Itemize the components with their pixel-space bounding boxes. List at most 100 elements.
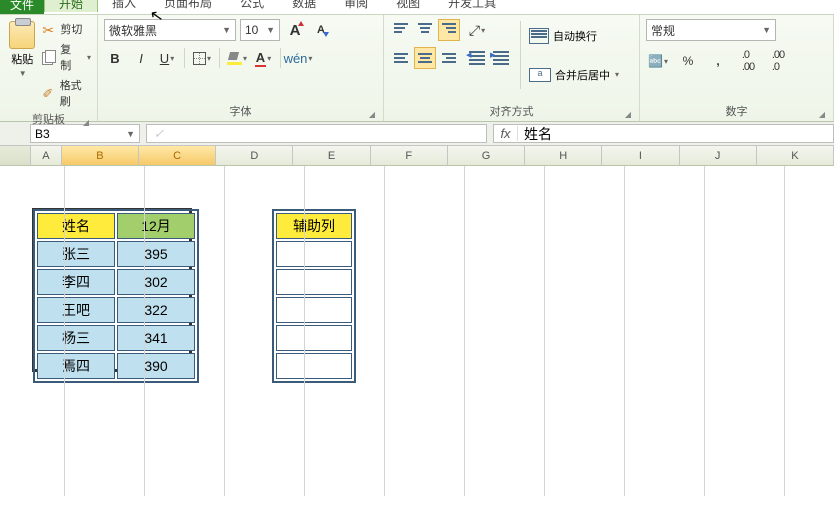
increase-indent-icon: [491, 48, 511, 68]
menu-tabs: 文件 开始 插入 页面布局 公式 数据 审阅 视图 开发工具: [0, 0, 834, 14]
copy-icon: [42, 50, 56, 64]
brush-icon: ✐: [42, 86, 55, 100]
aux-table[interactable]: 辅助列: [272, 209, 356, 383]
font-size-combo[interactable]: 10▼: [240, 19, 280, 41]
merge-icon: [529, 68, 551, 82]
align-bottom-button[interactable]: [438, 19, 460, 41]
col-header-D[interactable]: D: [216, 146, 293, 165]
underline-icon: U: [160, 51, 169, 66]
table-row: 张三395: [37, 241, 195, 267]
font-color-icon: A: [255, 50, 266, 67]
increase-indent-button[interactable]: [490, 47, 512, 69]
decrease-decimal-icon: .00.0: [772, 49, 784, 73]
tab-review[interactable]: 审阅: [330, 0, 382, 12]
scissors-icon: ✂: [42, 22, 56, 36]
bold-button[interactable]: B: [104, 47, 126, 69]
col-header-K[interactable]: K: [757, 146, 834, 165]
table-row: [276, 325, 352, 351]
formula-input[interactable]: fx 姓名: [493, 124, 834, 143]
border-button[interactable]: ▾: [191, 47, 213, 69]
orientation-button[interactable]: ⤢▾: [466, 19, 488, 41]
border-icon: [193, 52, 206, 65]
align-top-button[interactable]: [390, 19, 412, 41]
grow-font-icon: A: [290, 22, 301, 39]
table-row: 杨三341: [37, 325, 195, 351]
column-headers[interactable]: ABCDEFGHIJK: [0, 146, 834, 166]
font-name-combo[interactable]: 微软雅黑▼: [104, 19, 236, 41]
tab-insert[interactable]: 插入: [98, 0, 150, 12]
number-format-combo[interactable]: 常规▼: [646, 19, 776, 41]
table-row: [276, 297, 352, 323]
col-header-E[interactable]: E: [293, 146, 370, 165]
decrease-decimal-button[interactable]: .00.0: [766, 51, 790, 71]
group-font: 微软雅黑▼ 10▼ A A B I U▾ ▾ ▾ A▾ wén▾ 字体: [98, 15, 384, 121]
phonetic-icon: wén: [284, 51, 308, 66]
tab-file[interactable]: 文件: [0, 0, 44, 14]
col-header-I[interactable]: I: [602, 146, 679, 165]
col-header-C[interactable]: C: [139, 146, 216, 165]
font-color-button[interactable]: A▾: [252, 47, 274, 69]
decrease-indent-icon: [467, 48, 487, 68]
group-label-clipboard: 剪贴板: [6, 109, 91, 129]
accounting-format-button[interactable]: 🔤▾: [646, 51, 670, 71]
wrap-text-button[interactable]: 自动换行: [529, 22, 619, 50]
merge-center-button[interactable]: 合并后居中▾: [529, 61, 619, 89]
tab-view[interactable]: 视图: [382, 0, 434, 12]
ribbon: 粘贴 ▼ ✂剪切 复制▾ ✐格式刷 剪贴板 微软雅黑▼ 10▼ A A B I …: [0, 14, 834, 122]
percent-format-button[interactable]: %: [676, 51, 700, 71]
align-right-button[interactable]: [438, 47, 460, 69]
align-center-button[interactable]: [414, 47, 436, 69]
table-row: 辅助列: [276, 213, 352, 239]
col-header-B[interactable]: B: [62, 146, 139, 165]
italic-button[interactable]: I: [130, 47, 152, 69]
col-header-A[interactable]: A: [31, 146, 62, 165]
paste-icon: [9, 21, 35, 49]
formula-bar: B3▼ ✓ fx 姓名: [0, 122, 834, 146]
col-header-H[interactable]: H: [525, 146, 602, 165]
decrease-indent-button[interactable]: [466, 47, 488, 69]
table-row: 王吧322: [37, 297, 195, 323]
chevron-down-icon: ▼: [126, 129, 135, 139]
tab-layout[interactable]: 页面布局: [150, 0, 226, 12]
select-all-corner[interactable]: [0, 146, 31, 165]
wrap-text-icon: [529, 28, 549, 44]
percent-icon: %: [683, 54, 694, 68]
col-header-J[interactable]: J: [680, 146, 757, 165]
chevron-down-icon: ▼: [758, 25, 771, 35]
chevron-down-icon: ▼: [218, 25, 231, 35]
grow-font-button[interactable]: A: [284, 19, 306, 41]
group-clipboard: 粘贴 ▼ ✂剪切 复制▾ ✐格式刷 剪贴板: [0, 15, 98, 121]
bold-icon: B: [110, 51, 119, 66]
underline-button[interactable]: U▾: [156, 47, 178, 69]
tab-dev[interactable]: 开发工具: [434, 0, 510, 12]
group-number: 常规▼ 🔤▾ % , .0.00 .00.0 数字: [640, 15, 834, 121]
table-row: [276, 353, 352, 379]
comma-format-button[interactable]: ,: [706, 51, 730, 71]
align-middle-button[interactable]: [414, 19, 436, 41]
group-alignment: ⤢▾ 自动换行 合并后居中▾ 对齐方式: [384, 15, 640, 121]
italic-icon: I: [139, 51, 143, 66]
data-table[interactable]: 姓名12月 张三395 李四302 王吧322 杨三341 焉四390: [33, 209, 199, 383]
group-label-alignment: 对齐方式: [390, 101, 633, 121]
col-header-F[interactable]: F: [371, 146, 448, 165]
table-row: 焉四390: [37, 353, 195, 379]
tab-home[interactable]: 开始: [44, 0, 98, 12]
spreadsheet-grid[interactable]: ABCDEFGHIJK 姓名12月 张三395 李四302 王吧322 杨三34…: [0, 146, 834, 496]
format-painter-button[interactable]: ✐格式刷: [42, 77, 91, 109]
fill-bucket-icon: [227, 51, 242, 65]
col-header-G[interactable]: G: [448, 146, 525, 165]
chevron-down-icon: ▼: [262, 25, 275, 35]
increase-decimal-button[interactable]: .0.00: [736, 51, 760, 71]
currency-icon: 🔤: [648, 54, 663, 68]
tab-formula[interactable]: 公式: [226, 0, 278, 12]
group-label-number: 数字: [646, 101, 827, 121]
tab-data[interactable]: 数据: [278, 0, 330, 12]
shrink-font-button[interactable]: A: [310, 19, 332, 41]
paste-button[interactable]: 粘贴 ▼: [6, 19, 38, 109]
align-left-button[interactable]: [390, 47, 412, 69]
cut-button[interactable]: ✂剪切: [42, 21, 91, 37]
copy-button[interactable]: 复制▾: [42, 41, 91, 73]
fx-icon[interactable]: fx: [494, 126, 518, 141]
phonetic-button[interactable]: wén▾: [287, 47, 309, 69]
fill-color-button[interactable]: ▾: [226, 47, 248, 69]
